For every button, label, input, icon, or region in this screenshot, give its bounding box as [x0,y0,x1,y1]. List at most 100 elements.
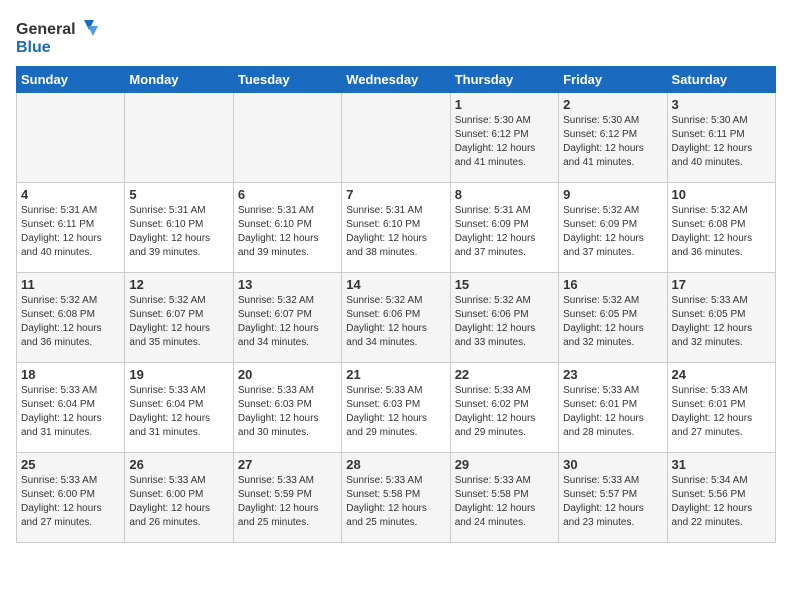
day-number: 15 [455,277,554,292]
day-info: Sunrise: 5:30 AM Sunset: 6:12 PM Dayligh… [563,114,662,170]
day-info: Sunrise: 5:33 AM Sunset: 5:57 PM Dayligh… [563,474,662,530]
calendar-cell: 6Sunrise: 5:31 AM Sunset: 6:10 PM Daylig… [233,183,341,273]
header-cell-thursday: Thursday [450,67,558,93]
day-info: Sunrise: 5:33 AM Sunset: 6:04 PM Dayligh… [129,384,228,440]
day-info: Sunrise: 5:33 AM Sunset: 6:05 PM Dayligh… [672,294,771,350]
day-number: 16 [563,277,662,292]
header-cell-saturday: Saturday [667,67,775,93]
day-info: Sunrise: 5:31 AM Sunset: 6:09 PM Dayligh… [455,204,554,260]
day-info: Sunrise: 5:32 AM Sunset: 6:08 PM Dayligh… [672,204,771,260]
calendar-cell [342,93,450,183]
day-info: Sunrise: 5:34 AM Sunset: 5:56 PM Dayligh… [672,474,771,530]
calendar-cell: 18 Sunrise: 5:33 AM Sunset: 6:04 PM Dayli… [17,363,125,453]
day-number: 11 [21,277,120,292]
week-row-2: 4 Sunrise: 5:31 AM Sunset: 6:11 PM Daylig… [17,183,776,273]
day-info: Sunrise: 5:32 AM Sunset: 6:05 PM Dayligh… [563,294,662,350]
calendar-cell: 15 Sunrise: 5:32 AM Sunset: 6:06 PM Dayli… [450,273,558,363]
day-info: Sunrise: 5:32 AM Sunset: 6:07 PM Dayligh… [238,294,337,350]
day-number: 21 [346,367,445,382]
calendar-cell: 20Sunrise: 5:33 AM Sunset: 6:03 PM Dayli… [233,363,341,453]
day-info: Sunrise: 5:30 AM Sunset: 6:11 PM Dayligh… [672,114,771,170]
day-number: 28 [346,457,445,472]
day-number: 22 [455,367,554,382]
calendar-cell: 19 Sunrise: 5:33 AM Sunset: 6:04 PM Dayli… [125,363,233,453]
day-info: Sunrise: 5:33 AM Sunset: 6:04 PM Dayligh… [21,384,120,440]
header-cell-tuesday: Tuesday [233,67,341,93]
day-info: Sunrise: 5:31 AM Sunset: 6:10 PM Dayligh… [129,204,228,260]
svg-text:Blue: Blue [16,39,51,56]
day-info: Sunrise: 5:33 AM Sunset: 5:58 PM Dayligh… [455,474,554,530]
day-info: Sunrise: 5:32 AM Sunset: 6:06 PM Dayligh… [455,294,554,350]
calendar-cell: 4 Sunrise: 5:31 AM Sunset: 6:11 PM Daylig… [17,183,125,273]
day-info: Sunrise: 5:31 AM Sunset: 6:10 PM Dayligh… [238,204,337,260]
day-info: Sunrise: 5:32 AM Sunset: 6:07 PM Dayligh… [129,294,228,350]
day-number: 4 [21,187,120,202]
calendar-cell: 28 Sunrise: 5:33 AM Sunset: 5:58 PM Dayli… [342,453,450,543]
calendar-body: 1 Sunrise: 5:30 AM Sunset: 6:12 PM Daylig… [17,93,776,543]
day-number: 9 [563,187,662,202]
calendar-cell: 8Sunrise: 5:31 AM Sunset: 6:09 PM Daylig… [450,183,558,273]
day-info: Sunrise: 5:33 AM Sunset: 5:59 PM Dayligh… [238,474,337,530]
day-number: 25 [21,457,120,472]
day-number: 2 [563,97,662,112]
calendar-cell: 31 Sunrise: 5:34 AM Sunset: 5:56 PM Dayli… [667,453,775,543]
calendar-cell: 26Sunrise: 5:33 AM Sunset: 6:00 PM Dayli… [125,453,233,543]
week-row-4: 18 Sunrise: 5:33 AM Sunset: 6:04 PM Dayli… [17,363,776,453]
calendar-cell: 11Sunrise: 5:32 AM Sunset: 6:08 PM Dayli… [17,273,125,363]
day-info: Sunrise: 5:33 AM Sunset: 5:58 PM Dayligh… [346,474,445,530]
calendar-cell: 1Sunrise: 5:30 AM Sunset: 6:12 PM Daylig… [450,93,558,183]
day-info: Sunrise: 5:31 AM Sunset: 6:11 PM Dayligh… [21,204,120,260]
calendar-cell: 5 Sunrise: 5:31 AM Sunset: 6:10 PM Daylig… [125,183,233,273]
header-cell-wednesday: Wednesday [342,67,450,93]
day-info: Sunrise: 5:33 AM Sunset: 6:00 PM Dayligh… [21,474,120,530]
calendar-cell: 24 Sunrise: 5:33 AM Sunset: 6:01 PM Dayli… [667,363,775,453]
day-number: 27 [238,457,337,472]
day-number: 20 [238,367,337,382]
calendar-cell: 22 Sunrise: 5:33 AM Sunset: 6:02 PM Dayli… [450,363,558,453]
day-info: Sunrise: 5:33 AM Sunset: 6:03 PM Dayligh… [346,384,445,440]
day-number: 30 [563,457,662,472]
calendar-cell [17,93,125,183]
svg-text:General: General [16,21,76,38]
calendar-cell: 16 Sunrise: 5:32 AM Sunset: 6:05 PM Dayli… [559,273,667,363]
week-row-3: 11Sunrise: 5:32 AM Sunset: 6:08 PM Dayli… [17,273,776,363]
calendar-cell: 23Sunrise: 5:33 AM Sunset: 6:01 PM Dayli… [559,363,667,453]
day-number: 13 [238,277,337,292]
day-number: 5 [129,187,228,202]
calendar-header: SundayMondayTuesdayWednesdayThursdayFrid… [17,67,776,93]
day-number: 24 [672,367,771,382]
day-info: Sunrise: 5:33 AM Sunset: 6:02 PM Dayligh… [455,384,554,440]
header-cell-friday: Friday [559,67,667,93]
header-cell-monday: Monday [125,67,233,93]
logo: GeneralBlue [16,16,106,56]
header-cell-sunday: Sunday [17,67,125,93]
calendar-cell: 21 Sunrise: 5:33 AM Sunset: 6:03 PM Dayli… [342,363,450,453]
day-number: 31 [672,457,771,472]
day-number: 1 [455,97,554,112]
calendar-cell: 13 Sunrise: 5:32 AM Sunset: 6:07 PM Dayli… [233,273,341,363]
calendar-cell: 9 Sunrise: 5:32 AM Sunset: 6:09 PM Daylig… [559,183,667,273]
week-row-5: 25 Sunrise: 5:33 AM Sunset: 6:00 PM Dayli… [17,453,776,543]
day-number: 12 [129,277,228,292]
day-number: 19 [129,367,228,382]
day-number: 17 [672,277,771,292]
day-info: Sunrise: 5:32 AM Sunset: 6:09 PM Dayligh… [563,204,662,260]
day-number: 18 [21,367,120,382]
day-info: Sunrise: 5:32 AM Sunset: 6:06 PM Dayligh… [346,294,445,350]
day-info: Sunrise: 5:33 AM Sunset: 6:01 PM Dayligh… [672,384,771,440]
calendar-cell: 3Sunrise: 5:30 AM Sunset: 6:11 PM Daylig… [667,93,775,183]
page-header: GeneralBlue [16,16,776,56]
calendar-cell: 2 Sunrise: 5:30 AM Sunset: 6:12 PM Daylig… [559,93,667,183]
day-number: 7 [346,187,445,202]
day-number: 14 [346,277,445,292]
calendar-cell: 25 Sunrise: 5:33 AM Sunset: 6:00 PM Dayli… [17,453,125,543]
calendar-cell: 29Sunrise: 5:33 AM Sunset: 5:58 PM Dayli… [450,453,558,543]
day-info: Sunrise: 5:31 AM Sunset: 6:10 PM Dayligh… [346,204,445,260]
day-number: 23 [563,367,662,382]
calendar-table: SundayMondayTuesdayWednesdayThursdayFrid… [16,66,776,543]
calendar-cell: 7 Sunrise: 5:31 AM Sunset: 6:10 PM Daylig… [342,183,450,273]
calendar-cell: 17 Sunrise: 5:33 AM Sunset: 6:05 PM Dayli… [667,273,775,363]
calendar-cell: 30 Sunrise: 5:33 AM Sunset: 5:57 PM Dayli… [559,453,667,543]
week-row-1: 1 Sunrise: 5:30 AM Sunset: 6:12 PM Daylig… [17,93,776,183]
calendar-cell [125,93,233,183]
